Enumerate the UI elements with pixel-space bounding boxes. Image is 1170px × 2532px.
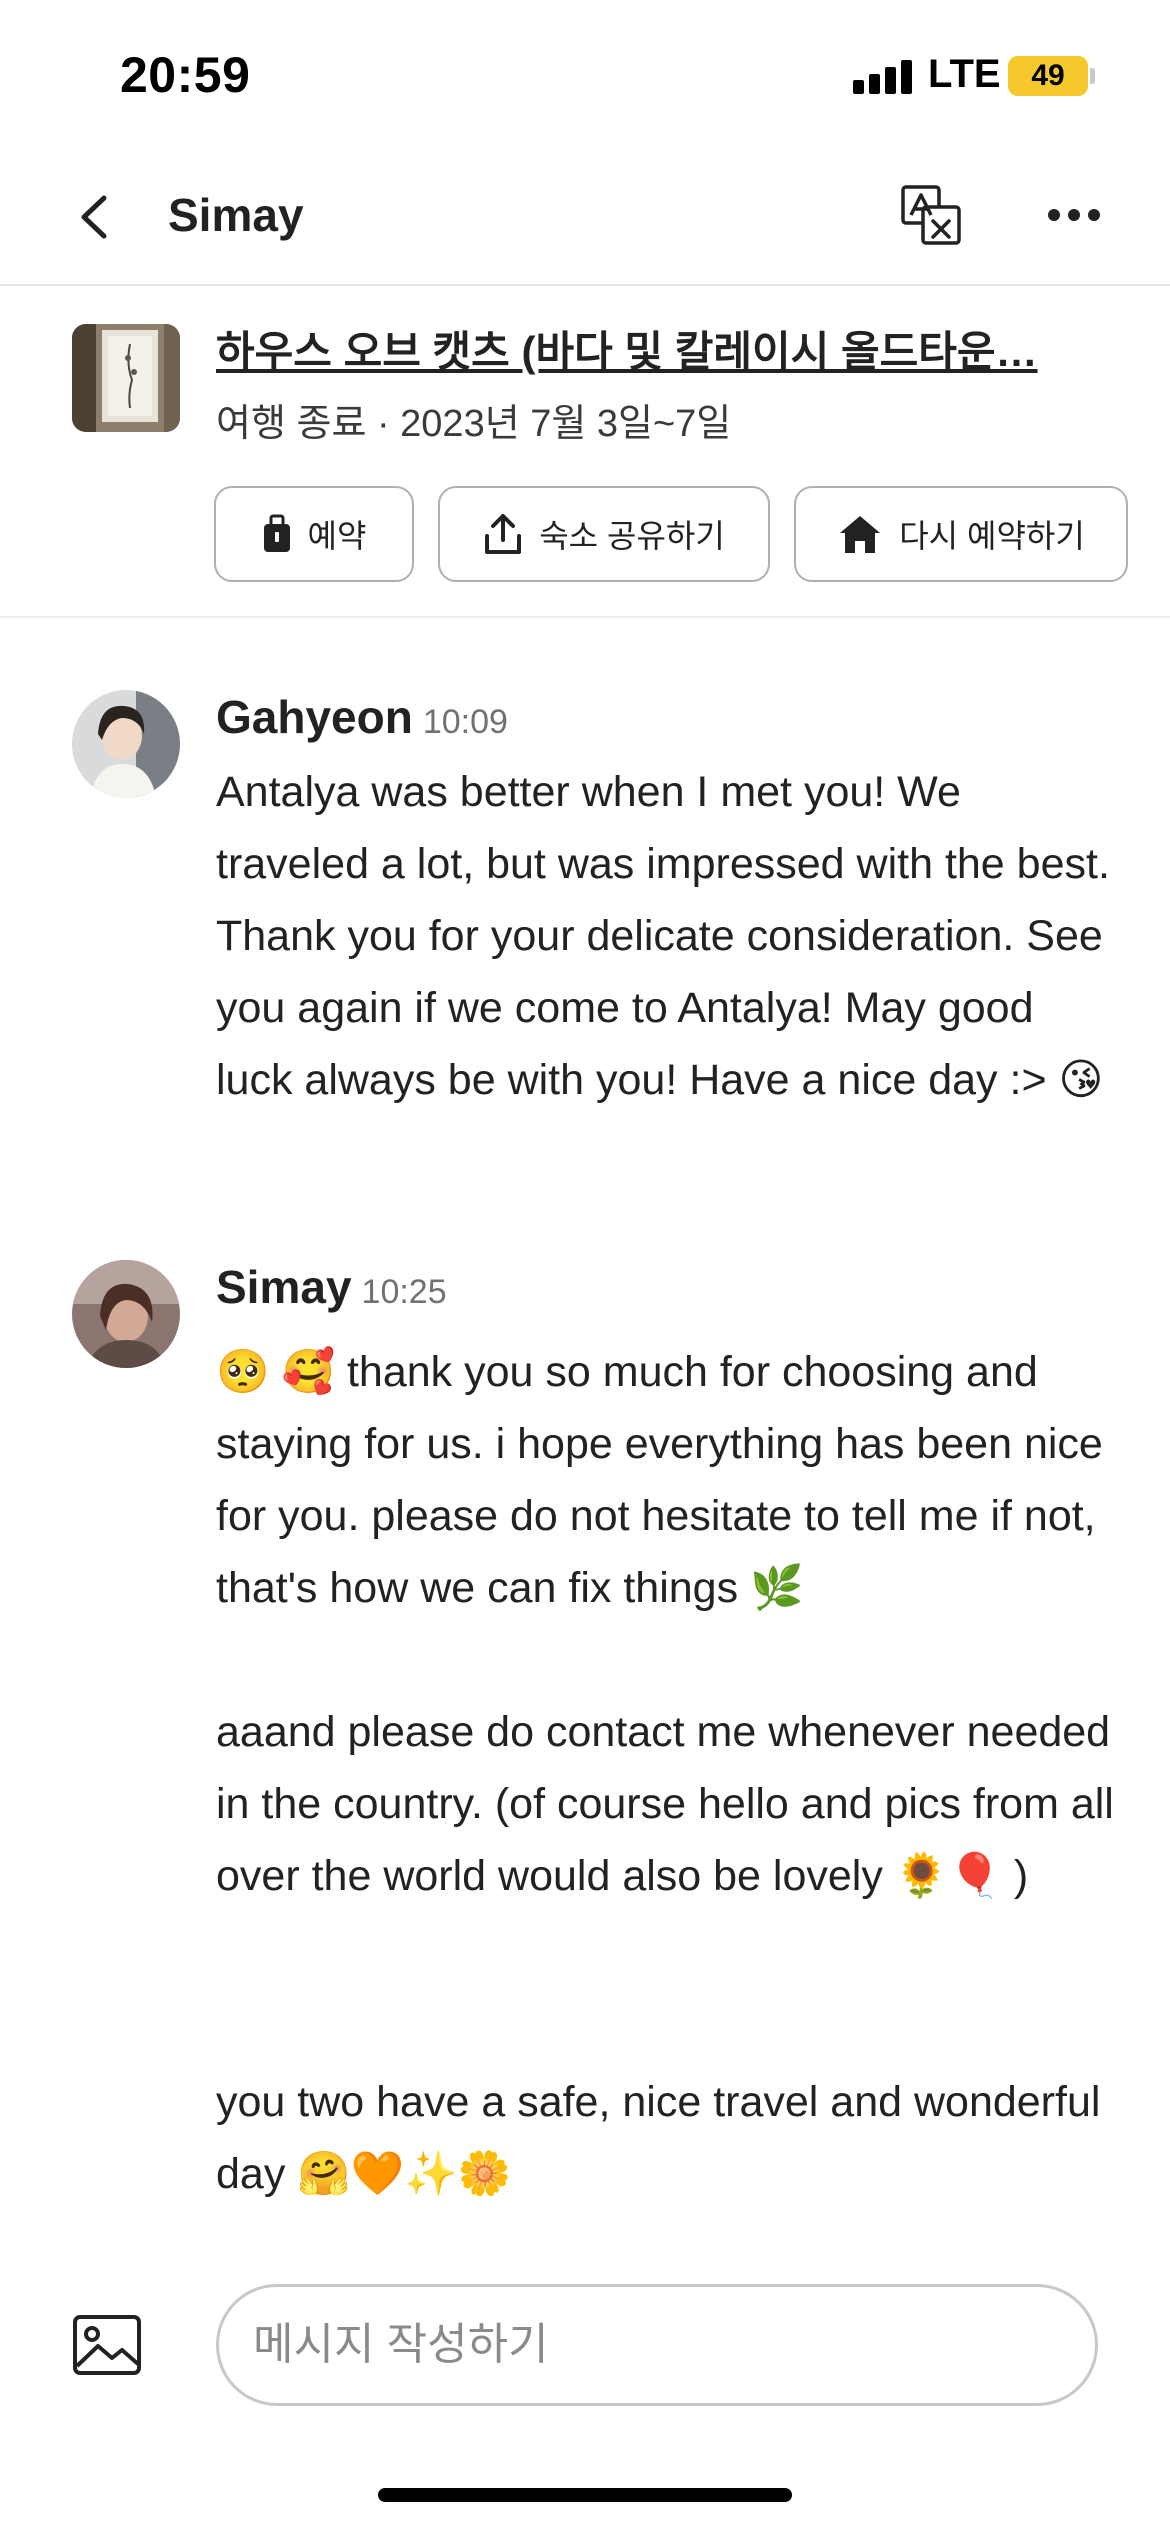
chevron-left-icon (81, 195, 107, 239)
sender-name: Gahyeon (216, 691, 413, 743)
rebook-button[interactable]: 다시 예약하기 (794, 486, 1128, 582)
attach-photo-button[interactable] (72, 2314, 142, 2376)
reservation-button[interactable]: 예약 (214, 486, 414, 582)
status-bar: 20:59 LTE 49 (0, 0, 1170, 150)
network-type: LTE (928, 52, 1001, 96)
message-time: 10:25 (361, 1273, 447, 1311)
compose-bar (0, 2270, 1170, 2420)
battery-nub (1090, 68, 1095, 84)
listing-thumbnail[interactable] (72, 324, 180, 432)
signal-icon (853, 58, 913, 94)
nav-header: Simay (0, 150, 1170, 286)
gahyeon-avatar-photo (72, 690, 180, 798)
message-text: 🥺 🥰 thank you so much for choosing and s… (216, 1348, 1114, 1900)
simay-avatar-photo (72, 1260, 180, 1368)
home-icon (837, 513, 883, 555)
home-indicator[interactable] (378, 2488, 792, 2502)
listing-title-link[interactable]: 하우스 오브 캣츠 (바다 및 칼레이시 올드타운… (216, 318, 1088, 379)
share-icon (483, 512, 523, 556)
battery-icon: 49 (1008, 56, 1088, 96)
conversation-screen: 20:59 LTE 49 Simay 하우스 오브 캣츠 (바다 및 칼레이시 … (0, 0, 1170, 2532)
listing-photo (72, 324, 180, 432)
translate-icon (901, 185, 961, 245)
trip-status: 여행 종료 · 2023년 7월 3일~7일 (216, 403, 732, 445)
image-icon (73, 2315, 141, 2375)
rebook-label: 다시 예약하기 (899, 518, 1085, 554)
more-dots-icon (1048, 209, 1100, 221)
suitcase-icon (262, 514, 292, 554)
more-options-button[interactable] (1046, 190, 1102, 240)
sender-name: Simay (216, 1261, 352, 1313)
avatar[interactable] (72, 1260, 180, 1368)
avatar[interactable] (72, 690, 180, 798)
listing-card: 하우스 오브 캣츠 (바다 및 칼레이시 올드타운… 여행 종료 · 2023년… (0, 288, 1170, 618)
battery-level: 49 (1031, 59, 1065, 92)
message-time: 10:09 (422, 703, 508, 741)
message-input[interactable] (216, 2284, 1098, 2406)
share-listing-button[interactable]: 숙소 공유하기 (438, 486, 770, 582)
message-header: Gahyeon 10:09 (216, 690, 508, 744)
status-time: 20:59 (120, 47, 251, 103)
message-header: Simay 10:25 (216, 1260, 447, 1314)
translate-button[interactable] (900, 184, 962, 246)
reservation-label: 예약 (307, 518, 367, 554)
page-title: Simay (168, 189, 304, 241)
back-button[interactable] (68, 184, 124, 250)
share-label: 숙소 공유하기 (539, 518, 725, 554)
message-text: Antalya was better when I met you! We tr… (216, 768, 1110, 1104)
message-text: you two have a safe, nice travel and won… (216, 2078, 1101, 2198)
